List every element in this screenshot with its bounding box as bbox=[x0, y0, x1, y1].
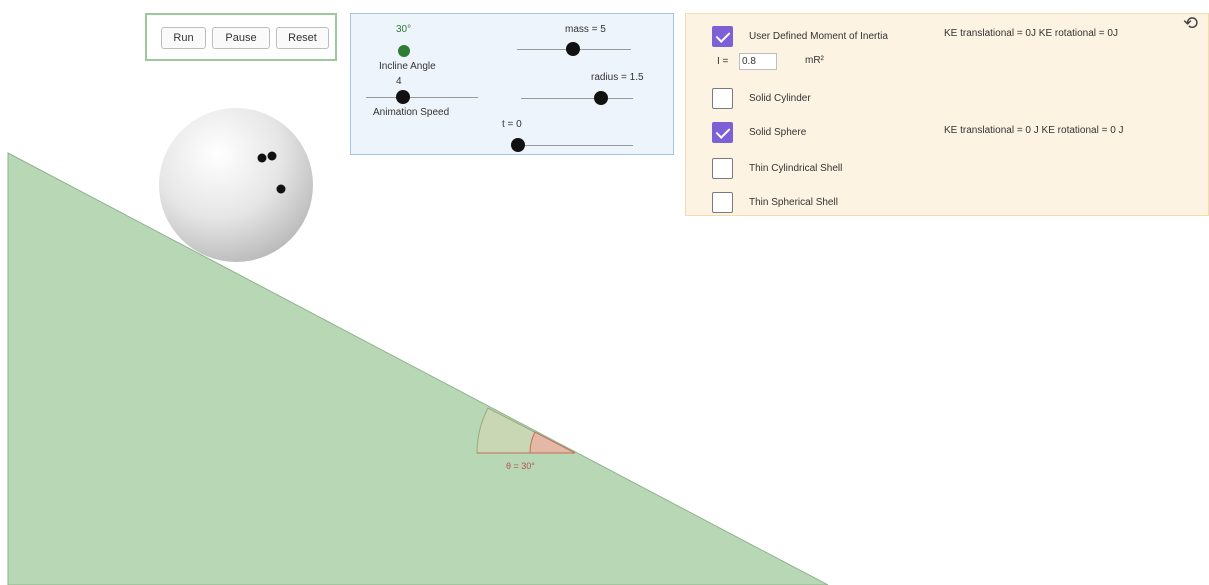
angle-slider-name: Incline Angle bbox=[379, 61, 436, 72]
speed-slider-name: Animation Speed bbox=[373, 107, 450, 118]
thin-spherical-shell-checkbox[interactable] bbox=[712, 192, 733, 213]
time-slider-knob[interactable] bbox=[511, 138, 525, 152]
ke-user-readout: KE translational = 0J KE rotational = 0J bbox=[944, 28, 1118, 39]
angle-label: θ = 30° bbox=[506, 461, 535, 471]
solid-sphere-checkbox[interactable] bbox=[712, 122, 733, 143]
user-defined-label: User Defined Moment of Inertia bbox=[749, 31, 888, 42]
reset-button[interactable]: Reset bbox=[276, 27, 329, 49]
playback-controls: Run Pause Reset bbox=[145, 13, 337, 61]
radius-slider-track[interactable] bbox=[521, 98, 633, 99]
time-slider-track[interactable] bbox=[511, 145, 633, 146]
bowling-ball[interactable] bbox=[159, 108, 313, 262]
inertia-prefix: I = bbox=[717, 56, 729, 67]
solid-sphere-label: Solid Sphere bbox=[749, 127, 807, 138]
pause-button[interactable]: Pause bbox=[212, 27, 270, 49]
finger-hole bbox=[257, 153, 267, 163]
thin-spherical-shell-label: Thin Spherical Shell bbox=[749, 197, 838, 208]
time-label: t = 0 bbox=[502, 119, 522, 130]
speed-slider-knob[interactable] bbox=[396, 90, 410, 104]
radius-slider-knob[interactable] bbox=[594, 91, 608, 105]
thin-cylindrical-shell-checkbox[interactable] bbox=[712, 158, 733, 179]
ke-sphere-readout: KE translational = 0 J KE rotational = 0… bbox=[944, 125, 1124, 136]
finger-hole bbox=[276, 184, 286, 194]
solid-cylinder-label: Solid Cylinder bbox=[749, 93, 811, 104]
circular-arrows-icon[interactable]: ⟲ bbox=[1183, 14, 1200, 32]
solid-cylinder-checkbox[interactable] bbox=[712, 88, 733, 109]
inertia-value-input[interactable]: 0.8 bbox=[739, 53, 777, 70]
slider-panel: 30° Incline Angle 4 Animation Speed mass… bbox=[350, 13, 674, 155]
radius-label: radius = 1.5 bbox=[591, 72, 644, 83]
angle-wedge bbox=[529, 431, 576, 454]
incline-plane bbox=[7, 152, 829, 585]
speed-value-label: 4 bbox=[396, 76, 402, 87]
user-defined-checkbox[interactable] bbox=[712, 26, 733, 47]
thin-cylindrical-shell-label: Thin Cylindrical Shell bbox=[749, 163, 843, 174]
inertia-unit: mR² bbox=[805, 55, 824, 66]
mass-slider-knob[interactable] bbox=[566, 42, 580, 56]
finger-hole bbox=[267, 151, 277, 161]
mass-label: mass = 5 bbox=[565, 24, 606, 35]
moment-of-inertia-panel bbox=[685, 13, 1209, 216]
angle-slider-knob[interactable] bbox=[398, 45, 410, 57]
angle-value-label: 30° bbox=[396, 24, 412, 35]
speed-slider-track[interactable] bbox=[366, 97, 478, 98]
run-button[interactable]: Run bbox=[161, 27, 206, 49]
